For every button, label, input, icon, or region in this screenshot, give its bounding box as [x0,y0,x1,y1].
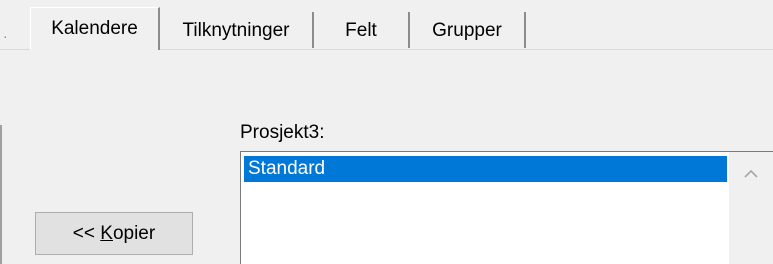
tab-kalendere[interactable]: Kalendere [30,7,160,50]
scroll-up-button[interactable] [729,160,773,186]
tab-scroll-edge-icon: · [3,28,8,44]
tab-tilknytninger[interactable]: Tilknytninger [160,12,314,48]
copy-button[interactable]: << Kopier [35,212,193,255]
copy-button-prefix: << [72,222,101,244]
dialog-content: · Kalendere Tilknytninger Felt Grupper P… [0,0,773,264]
tab-grupper[interactable]: Grupper [410,12,526,48]
project-label: Prosjekt3: [240,122,325,143]
chevron-up-icon [744,169,758,178]
copy-button-mnemonic: K [100,222,113,244]
tab-strip: · Kalendere Tilknytninger Felt Grupper [0,0,773,50]
calendar-listbox[interactable]: Standard [240,151,773,264]
vertical-scrollbar[interactable] [729,152,773,264]
tab-felt[interactable]: Felt [314,12,410,48]
left-list-edge [0,125,2,264]
list-item-standard[interactable]: Standard [244,156,727,182]
copy-button-rest: opier [112,222,156,244]
